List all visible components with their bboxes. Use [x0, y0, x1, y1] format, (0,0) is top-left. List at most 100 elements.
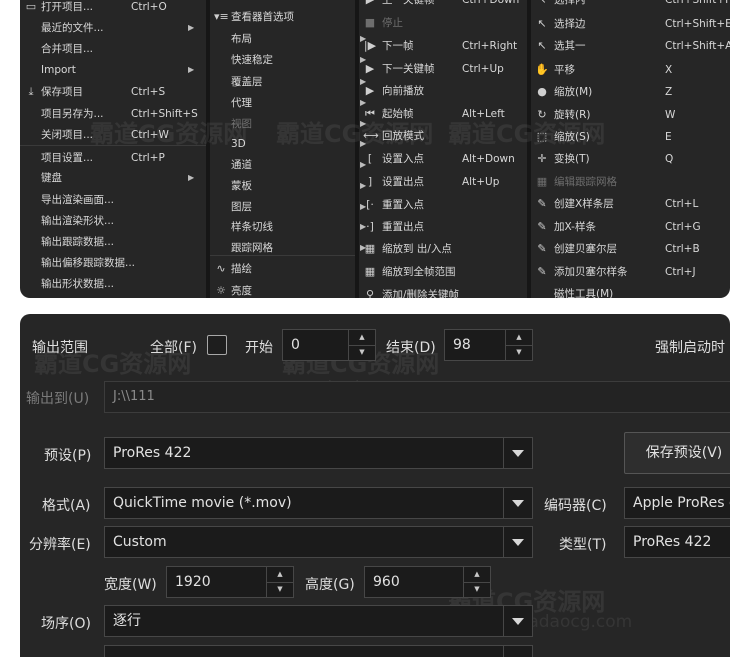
- menu-item[interactable]: 蒙板 ▶: [210, 175, 366, 197]
- menu-item-shortcut: Ctrl+G: [665, 221, 701, 233]
- menu-item[interactable]: |▶ 下一帧 Ctrl+Right: [359, 35, 527, 57]
- menu-item[interactable]: ⤓ 保存项目 Ctrl+S: [20, 81, 206, 103]
- type-select[interactable]: ProRes 422: [624, 526, 730, 558]
- menu-item[interactable]: ✎ 创建X样条层 Ctrl+L: [531, 193, 730, 215]
- menu-item[interactable]: 代理 ▶: [210, 92, 366, 114]
- chevron-down-icon[interactable]: [503, 606, 532, 636]
- menu-item[interactable]: 输出形状数据...: [20, 273, 206, 295]
- decrement-icon[interactable]: ▼: [349, 345, 375, 360]
- start-frame-stepper[interactable]: 0 ▲ ▼: [282, 329, 376, 361]
- menu-item[interactable]: ↖ 选择内 Ctrl+Shift+I: [531, 0, 730, 11]
- menu-item[interactable]: ▦ 缩放到全帧范围: [359, 261, 527, 283]
- menu-item-label: 蒙板: [231, 180, 252, 192]
- menu-item-label: 添加/删除关键帧: [382, 289, 460, 298]
- menu-item[interactable]: ☼ 亮度: [210, 280, 355, 298]
- chevron-down-icon[interactable]: [503, 438, 532, 468]
- menu-item[interactable]: ✎ 加X-样条 Ctrl+G: [531, 216, 730, 238]
- menu-item[interactable]: ✎ 创建贝塞尔层 Ctrl+B: [531, 238, 730, 260]
- encoder-select[interactable]: Apple ProRes e: [624, 487, 730, 519]
- chevron-down-icon[interactable]: [503, 488, 532, 518]
- menu-item-label: 键盘: [41, 172, 62, 184]
- menu-item[interactable]: 覆盖层 ▶: [210, 71, 366, 93]
- menu-item[interactable]: 通道 ▶: [210, 154, 366, 176]
- increment-icon[interactable]: ▲: [349, 330, 375, 346]
- increment-icon[interactable]: ▲: [464, 567, 490, 583]
- menu-item[interactable]: ▶ 下一关键帧 Ctrl+Up: [359, 58, 527, 80]
- increment-icon[interactable]: ▲: [267, 567, 293, 583]
- menu-item[interactable]: 输出跟踪数据...: [20, 231, 206, 253]
- save-preset-button[interactable]: 保存预设(V): [624, 432, 730, 474]
- menu-item-label: 布局: [231, 33, 252, 45]
- menu-item[interactable]: ▦ 缩放到 出/入点: [359, 238, 527, 260]
- menu-item[interactable]: 最近的文件... ▶: [20, 17, 206, 39]
- decrement-icon[interactable]: ▼: [464, 582, 490, 597]
- menu-item[interactable]: 样条切线 ▶: [210, 216, 366, 238]
- menu-item[interactable]: ▾≡ 查看器首选项: [210, 6, 355, 28]
- add-bezier-icon: ✎: [537, 265, 547, 278]
- menu-item[interactable]: ▶ 上一关键帧 Ctrl+Down: [359, 0, 527, 11]
- menu-item-shortcut: Alt+Down: [462, 153, 515, 165]
- decrement-icon[interactable]: ▼: [267, 582, 293, 597]
- watermark-text: 霸道CG资源网: [448, 120, 606, 148]
- height-value: 960: [373, 574, 400, 590]
- menu-item[interactable]: ↖ 选择边 Ctrl+Shift+E: [531, 13, 730, 35]
- start-spinner[interactable]: ▲ ▼: [348, 330, 375, 360]
- menu-item[interactable]: ● 缩放(M) Z: [531, 81, 730, 103]
- menu-item[interactable]: ↖ 选其一 Ctrl+Shift+A: [531, 35, 730, 57]
- reset-in-point-icon: [·: [366, 198, 374, 211]
- menu-item[interactable]: ⚲ 添加/删除关键帧: [359, 284, 527, 298]
- menu-item[interactable]: [· 重置入点: [359, 194, 527, 216]
- folder-open-icon: ▭: [25, 0, 37, 13]
- viewer-prefs-icon: ▾≡: [214, 10, 229, 23]
- menu-item-label: 快速稳定: [231, 54, 273, 66]
- menu-item[interactable]: Import ▶: [20, 59, 206, 81]
- menu-item[interactable]: ✋ 平移 X: [531, 59, 730, 81]
- menu-item[interactable]: ·] 重置出点: [359, 216, 527, 238]
- menu-item[interactable]: [设置入点 Alt+Down: [359, 148, 527, 170]
- menu-item[interactable]: 输出偏移跟踪数据...: [20, 252, 206, 274]
- menu-item[interactable]: 键盘 ▶: [20, 167, 206, 189]
- menu-item[interactable]: ✛ 变换(T) Q: [531, 148, 730, 170]
- edit-tracking-grid-icon: ▦: [536, 175, 548, 188]
- end-frame-stepper[interactable]: 98 ▲ ▼: [444, 329, 533, 361]
- width-spinner[interactable]: ▲ ▼: [266, 567, 293, 597]
- menu-item[interactable]: ▭ 打开项目... Ctrl+O: [20, 0, 206, 18]
- menu-item[interactable]: 导出渲染画面...: [20, 189, 206, 211]
- width-stepper[interactable]: 1920 ▲ ▼: [166, 566, 294, 598]
- preset-select[interactable]: ProRes 422: [104, 437, 533, 469]
- output-dialog: 霸道CG资源网 www.badaocg.com 霸道CG资源网 霸道CG资源网 …: [20, 314, 730, 657]
- menu-item[interactable]: 输出渲染形状...: [20, 210, 206, 232]
- end-spinner[interactable]: ▲ ▼: [505, 330, 532, 360]
- menu-item[interactable]: ■ 停止: [359, 12, 527, 34]
- output-path-field[interactable]: J:\\111: [104, 381, 730, 413]
- format-select[interactable]: QuickTime movie (*.mov): [104, 487, 533, 519]
- menu-item[interactable]: ✎ 添加贝塞尔样条 Ctrl+J: [531, 261, 730, 283]
- resolution-select[interactable]: Custom: [104, 526, 533, 558]
- menu-item[interactable]: ▶ 向前播放: [359, 80, 527, 102]
- chevron-down-icon[interactable]: [503, 646, 532, 657]
- menu-item[interactable]: 图层 ▶: [210, 196, 366, 218]
- all-frames-checkbox[interactable]: [207, 335, 227, 355]
- menu-item-label: 停止: [382, 17, 403, 29]
- decrement-icon[interactable]: ▼: [506, 345, 532, 360]
- chevron-down-icon[interactable]: [503, 527, 532, 557]
- menu-item[interactable]: 快速稳定 ▶: [210, 49, 366, 71]
- menu-item-shortcut: Ctrl+Up: [462, 63, 504, 75]
- menu-item[interactable]: 布局 ▶: [210, 28, 366, 50]
- menu-item-label: 选其一: [554, 40, 586, 52]
- height-spinner[interactable]: ▲ ▼: [463, 567, 490, 597]
- menu-item[interactable]: ∿ 描绘: [210, 258, 355, 280]
- menu-item[interactable]: ] 设置出点 Alt+Up: [359, 171, 527, 193]
- menu-icon: ▶: [363, 0, 377, 11]
- next-keyframe-icon: ▶: [365, 62, 375, 75]
- menu-item[interactable]: ▦ 编辑跟踪网格: [531, 171, 730, 193]
- download-icon: ⤓: [28, 85, 34, 98]
- select-all-icon: ↖: [537, 39, 547, 52]
- height-stepper[interactable]: 960 ▲ ▼: [364, 566, 491, 598]
- field-order-select[interactable]: 逐行: [104, 605, 533, 637]
- menu-item[interactable]: 磁性工具(M): [531, 283, 730, 298]
- menu-item[interactable]: 项目设置... Ctrl+P: [20, 147, 206, 169]
- next-select[interactable]: [104, 645, 533, 657]
- increment-icon[interactable]: ▲: [506, 330, 532, 346]
- menu-item[interactable]: 合并项目...: [20, 38, 206, 60]
